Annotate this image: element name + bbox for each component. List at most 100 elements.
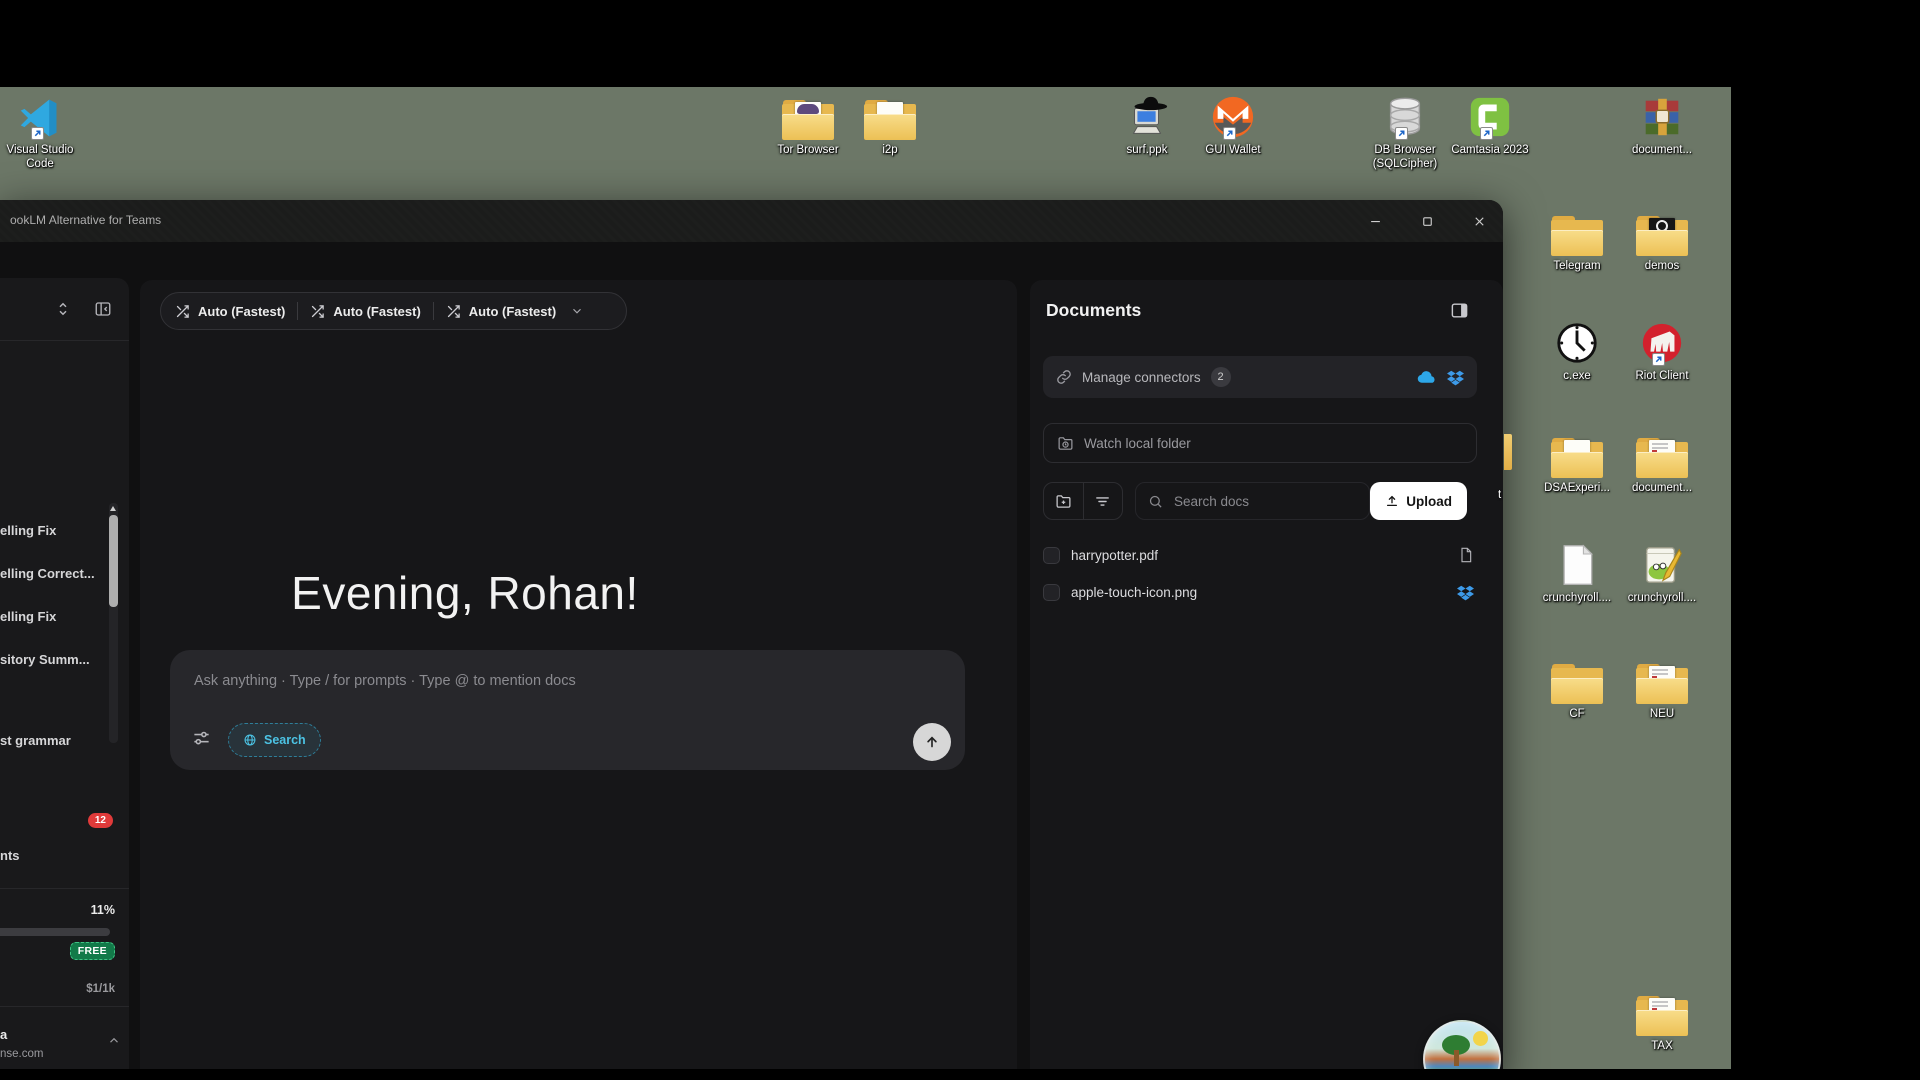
monero-icon [1210, 92, 1256, 140]
desktop-icon-tax[interactable]: TAX [1620, 988, 1704, 1053]
documents-title: Documents [1046, 300, 1141, 321]
scroll-up-arrow-icon [110, 506, 116, 511]
docs-search-input[interactable] [1172, 493, 1357, 510]
onedrive-cloud-icon [1416, 367, 1437, 388]
link-icon [1056, 369, 1072, 385]
divider [0, 340, 129, 341]
file-checkbox[interactable] [1043, 584, 1060, 601]
file-row[interactable]: apple-touch-icon.png [1040, 575, 1477, 609]
web-search-toggle[interactable]: Search [228, 723, 321, 757]
desktop-icon-telegram[interactable]: Telegram [1535, 208, 1619, 273]
desktop-icon-db-browser[interactable]: DB Browser (SQLCipher) [1363, 92, 1447, 172]
file-name: harrypotter.pdf [1071, 548, 1158, 563]
watch-local-folder-button[interactable]: Watch local folder [1043, 423, 1477, 463]
desktop-icon-dsaexperi[interactable]: DSAExperi... [1535, 430, 1619, 495]
chevron-down-icon [570, 304, 584, 318]
desktop-icon-label: Riot Client [1635, 369, 1688, 383]
desktop-icon-label: Tor Browser [777, 143, 838, 157]
desktop-icon-surf-ppk[interactable]: surf.ppk [1105, 92, 1189, 157]
desktop-icon-i2p[interactable]: i2p [848, 92, 932, 157]
folder-icon [782, 92, 834, 140]
sidebar-nav-item[interactable]: nts [0, 848, 20, 863]
desktop-icon-label: c.exe [1563, 369, 1591, 383]
desktop-icon-label: document... [1632, 481, 1692, 495]
file-row[interactable]: harrypotter.pdf [1040, 538, 1477, 572]
sidebar-scrollbar[interactable] [109, 503, 118, 743]
usage-percent: 11% [91, 903, 115, 917]
riot-icon [1639, 318, 1685, 366]
desktop-icon-label: DSAExperi... [1544, 481, 1610, 495]
desktop-icon-c-exe[interactable]: c.exe [1535, 318, 1619, 383]
send-button[interactable] [913, 723, 951, 761]
letterbox-bottom [0, 1069, 1920, 1080]
chat-history-item[interactable]: elling Correct... [0, 566, 95, 581]
desktop-icon-crunchyroll-file[interactable]: crunchyroll.... [1535, 540, 1619, 605]
chat-history-item[interactable]: sitory Summ... [0, 652, 90, 667]
model-selector-2[interactable]: Auto (Fastest) [310, 304, 420, 319]
file-icon [1458, 547, 1474, 563]
filter-button[interactable] [1084, 483, 1123, 519]
folder-icon [1636, 656, 1688, 704]
desktop-icon-neu[interactable]: NEU [1620, 656, 1704, 721]
camtasia-icon [1467, 92, 1513, 140]
model-selector-1[interactable]: Auto (Fastest) [175, 304, 285, 319]
minimize-button[interactable] [1352, 200, 1398, 242]
desktop-icon-label: crunchyroll.... [1543, 591, 1611, 605]
desktop-icon-label: crunchyroll.... [1628, 591, 1696, 605]
desktop-icon-label: i2p [882, 143, 897, 157]
putty-icon [1124, 92, 1170, 140]
file-name: apple-touch-icon.png [1071, 585, 1197, 600]
divider [0, 1006, 129, 1007]
chat-history-item[interactable]: st grammar [0, 733, 71, 748]
connector-count-badge: 2 [1211, 367, 1231, 387]
desktop-icon-document-folder[interactable]: document... [1620, 430, 1704, 495]
model-selector-3[interactable]: Auto (Fastest) [446, 304, 584, 319]
shortcut-arrow-icon [1480, 127, 1493, 140]
divider [297, 302, 298, 320]
maximize-button[interactable] [1404, 200, 1450, 242]
desktop-icon-vscode[interactable]: Visual Studio Code [0, 92, 82, 172]
close-button[interactable] [1456, 200, 1502, 242]
window-titlebar[interactable]: ookLM Alternative for Teams [0, 200, 1503, 242]
notification-badge: 12 [88, 813, 113, 828]
window-title: ookLM Alternative for Teams [10, 213, 161, 227]
partial-desktop-icon[interactable] [1504, 434, 1512, 470]
desktop-icon-gui-wallet[interactable]: GUI Wallet [1191, 92, 1275, 157]
prompt-input[interactable] [192, 672, 832, 690]
desktop-icon-camtasia[interactable]: Camtasia 2023 [1448, 92, 1532, 157]
desktop-icon-label: NEU [1650, 707, 1674, 721]
sidebar: elling Fix elling Correct... elling Fix … [0, 278, 129, 1080]
vscode-icon [18, 92, 62, 140]
shuffle-icon [446, 304, 461, 319]
account-name: a [0, 1027, 7, 1042]
letterbox-top [0, 0, 1920, 87]
collapse-panel-icon[interactable] [1450, 301, 1469, 320]
desktop-icon-label: GUI Wallet [1205, 143, 1260, 157]
chat-history-item[interactable]: elling Fix [0, 609, 56, 624]
upload-button[interactable]: Upload [1370, 482, 1467, 520]
database-icon [1382, 92, 1428, 140]
desktop-icon-label: Camtasia 2023 [1451, 143, 1528, 157]
search-toggle-label: Search [264, 733, 306, 747]
desktop-icon-label: demos [1645, 259, 1680, 273]
letterbox-right [1731, 0, 1920, 1080]
file-checkbox[interactable] [1043, 547, 1060, 564]
desktop-icon-tor-browser[interactable]: Tor Browser [766, 92, 850, 157]
desktop-icon-demos[interactable]: demos [1620, 208, 1704, 273]
desktop-icon-riot-client[interactable]: Riot Client [1620, 318, 1704, 383]
divider [0, 888, 129, 889]
scrollbar-thumb[interactable] [109, 515, 118, 607]
account-email: nse.com [0, 1048, 43, 1060]
desktop-icon-label: Telegram [1553, 259, 1600, 273]
model-label: Auto (Fastest) [333, 304, 420, 319]
sort-icon[interactable] [54, 300, 72, 318]
chat-history-item[interactable]: elling Fix [0, 523, 56, 538]
desktop-icon-cf[interactable]: CF [1535, 656, 1619, 721]
tune-icon[interactable] [192, 729, 211, 748]
desktop-icon-crunchyroll-notepad[interactable]: crunchyroll.... [1620, 540, 1704, 605]
desktop-icon-document-rar[interactable]: document... [1620, 92, 1704, 157]
new-folder-button[interactable] [1044, 483, 1083, 519]
collapse-sidebar-icon[interactable] [94, 300, 112, 318]
manage-connectors-button[interactable]: Manage connectors 2 [1043, 356, 1477, 398]
upload-label: Upload [1406, 494, 1452, 509]
